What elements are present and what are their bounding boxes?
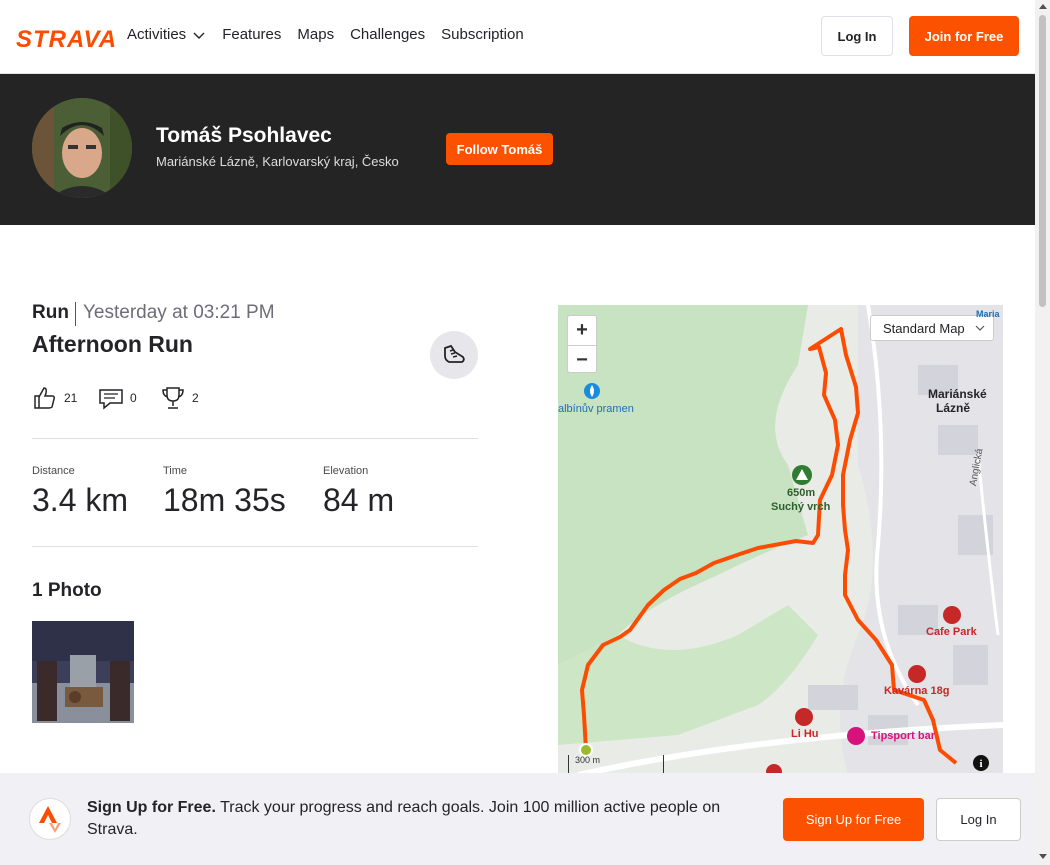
comment-icon bbox=[99, 389, 123, 410]
map-label-town: Mariánské Lázně bbox=[928, 387, 987, 415]
login-button[interactable]: Log In bbox=[821, 16, 893, 56]
nav-challenges[interactable]: Challenges bbox=[350, 26, 425, 43]
banner-text: Sign Up for Free. Track your progress an… bbox=[87, 797, 757, 841]
nav-activities[interactable]: Activities bbox=[127, 26, 206, 43]
athlete-name[interactable]: Tomáš Psohlavec bbox=[156, 124, 332, 148]
scrollbar[interactable] bbox=[1035, 0, 1050, 865]
comments-button[interactable]: 0 bbox=[98, 385, 137, 411]
activity-title: Afternoon Run bbox=[32, 331, 193, 357]
scroll-down-arrow-icon[interactable] bbox=[1039, 854, 1047, 859]
strava-mark bbox=[39, 806, 61, 833]
zoom-out-button[interactable]: − bbox=[568, 345, 596, 374]
trophy-icon bbox=[162, 387, 184, 409]
stat-value: 3.4 km bbox=[32, 482, 129, 518]
page: STRAVA Activities Features Maps Challeng… bbox=[0, 0, 1050, 865]
achievements-count: 2 bbox=[192, 391, 199, 405]
activity-photo[interactable] bbox=[32, 621, 134, 723]
divider bbox=[32, 438, 478, 439]
kudos-button[interactable]: 21 bbox=[32, 385, 77, 411]
activity-date: Yesterday at 03:21 PM bbox=[83, 302, 275, 323]
stat-value: 18m 35s bbox=[163, 482, 286, 518]
nav-activities-label: Activities bbox=[127, 26, 187, 43]
stat-time: Time 18m 35s bbox=[163, 465, 286, 519]
nav-maps[interactable]: Maps bbox=[297, 26, 334, 43]
banner-lead: Sign Up for Free. bbox=[87, 799, 216, 816]
zoom-controls: + − bbox=[567, 315, 597, 373]
stat-label: Distance bbox=[32, 465, 75, 477]
gear-shoe-button[interactable] bbox=[430, 331, 478, 379]
route-map[interactable]: i + − Standard Map Maria Mariánské Lázně… bbox=[558, 305, 1003, 775]
divider bbox=[75, 302, 76, 326]
activity-type: Run bbox=[32, 302, 69, 323]
banner-login-button[interactable]: Log In bbox=[936, 798, 1021, 841]
strava-logo-icon bbox=[29, 798, 71, 840]
thumbs-up-icon bbox=[34, 387, 56, 409]
banner-signup-button[interactable]: Sign Up for Free bbox=[783, 798, 924, 841]
svg-text:i: i bbox=[979, 758, 982, 770]
athlete-header: Tomáš Psohlavec Mariánské Lázně, Karlova… bbox=[0, 74, 1035, 225]
divider bbox=[32, 546, 478, 547]
nav-features[interactable]: Features bbox=[222, 26, 281, 43]
map-label-spring: albínův pramen bbox=[558, 403, 634, 415]
shoe-icon bbox=[444, 344, 465, 363]
kudos-count: 21 bbox=[64, 391, 78, 405]
map-label-corner: Maria bbox=[976, 309, 1000, 319]
signup-banner: Sign Up for Free. Track your progress an… bbox=[0, 773, 1035, 865]
achievements-button[interactable]: 2 bbox=[160, 385, 199, 411]
map-label-peak-name: Suchý vrch bbox=[771, 501, 831, 513]
join-button[interactable]: Join for Free bbox=[909, 16, 1019, 56]
map-label-li-hu: Li Hu bbox=[791, 728, 819, 740]
athlete-location: Mariánské Lázně, Karlovarský kraj, Česko bbox=[156, 154, 399, 169]
stat-label: Elevation bbox=[323, 465, 369, 477]
scroll-thumb[interactable] bbox=[1039, 15, 1046, 307]
map-canvas: i bbox=[558, 305, 1003, 775]
avatar-photo bbox=[32, 98, 132, 198]
avatar[interactable] bbox=[32, 98, 132, 198]
map-scale: 300 m bbox=[568, 755, 664, 775]
nav-subscription[interactable]: Subscription bbox=[441, 26, 524, 43]
stat-value: 84 m bbox=[323, 482, 395, 518]
map-type-value: Standard Map bbox=[883, 320, 965, 336]
zoom-in-button[interactable]: + bbox=[568, 316, 596, 345]
top-nav: STRAVA Activities Features Maps Challeng… bbox=[0, 0, 1035, 74]
comments-count: 0 bbox=[130, 391, 137, 405]
map-label-peak-elevation: 650m bbox=[787, 487, 816, 499]
scroll-up-arrow-icon[interactable] bbox=[1039, 4, 1047, 9]
stat-label: Time bbox=[163, 465, 188, 477]
photo-thumbnail bbox=[32, 621, 134, 723]
nav-links: Activities Features Maps Challenges Subs… bbox=[127, 26, 524, 43]
stat-elevation: Elevation 84 m bbox=[323, 465, 394, 519]
photos-title: 1 Photo bbox=[32, 580, 102, 601]
chevron-down-icon bbox=[193, 32, 205, 39]
map-label-kavarna: Kavárna 18g bbox=[884, 685, 950, 697]
follow-button[interactable]: Follow Tomáš bbox=[446, 133, 553, 165]
stat-distance: Distance 3.4 km bbox=[32, 465, 128, 519]
strava-logo[interactable]: STRAVA bbox=[16, 26, 117, 54]
chevron-down-icon bbox=[975, 325, 985, 331]
map-label-cafe-park: Cafe Park bbox=[926, 626, 977, 638]
map-label-tipsport: Tipsport bar bbox=[871, 730, 935, 742]
